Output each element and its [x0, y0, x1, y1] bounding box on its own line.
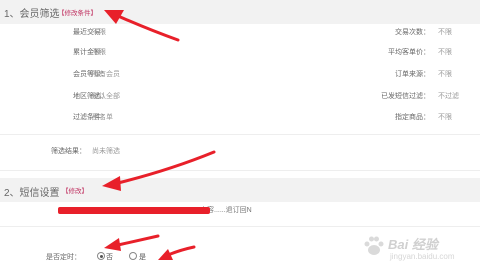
divider — [0, 226, 480, 227]
filter-value-region: 默认全部 — [92, 93, 120, 100]
sms-settings-title: 2、短信设置 — [4, 188, 60, 199]
baidu-watermark: Bai 经验 jingyan.baidu.com — [354, 232, 474, 266]
divider — [0, 170, 480, 171]
schedule-yes-label: 是 — [139, 254, 146, 261]
schedule-yes-radio[interactable] — [129, 252, 137, 260]
edit-sms-link[interactable]: 【修改】 — [62, 185, 88, 195]
filter-label-sms-sent-filter: 已发短信过滤： — [381, 93, 430, 100]
filter-result-value: 尚未筛选 — [92, 148, 120, 155]
annotation-arrow — [104, 234, 160, 251]
filter-value-member-level: 所有会员 — [92, 71, 120, 78]
annotation-arrow — [158, 245, 196, 260]
edit-conditions-link[interactable]: 【修改条件】 — [58, 7, 97, 17]
watermark-url: jingyan.baidu.com — [390, 252, 455, 261]
filter-value-filter-condition: 黑名单 — [92, 114, 113, 121]
filter-label-order-source: 订单来源： — [395, 71, 430, 78]
filter-result-label: 筛选结果： — [51, 148, 86, 155]
filter-value-trade-count: 不限 — [438, 29, 452, 36]
member-filter-title: 1、会员筛选 — [4, 9, 60, 20]
filter-value-avg-order-price: 不限 — [438, 49, 452, 56]
schedule-no-radio[interactable] — [97, 252, 105, 260]
filter-label-avg-order-price: 平均客单价： — [388, 49, 430, 56]
filter-label-specified-product: 指定商品： — [395, 114, 430, 121]
divider — [0, 134, 480, 135]
filter-value-sms-sent-filter: 不过滤 — [438, 93, 459, 100]
filter-value-recent-trade: 不限 — [92, 29, 106, 36]
paw-icon — [364, 236, 384, 255]
watermark-text: Bai 经验 — [388, 237, 438, 252]
filter-value-specified-product: 不限 — [438, 114, 452, 121]
filter-value-total-amount: 不限 — [92, 49, 106, 56]
filter-value-order-source: 不限 — [438, 71, 452, 78]
annotation-arrows — [102, 10, 216, 260]
schedule-no-label: 否 — [106, 254, 113, 261]
filter-label-trade-count: 交易次数： — [395, 29, 430, 36]
member-filter-header: 1、会员筛选 【修改条件】 — [0, 0, 480, 24]
schedule-label: 是否定时： — [46, 254, 81, 261]
redaction-mark — [58, 207, 210, 214]
sms-settings-header: 2、短信设置 【修改】 — [0, 178, 480, 202]
